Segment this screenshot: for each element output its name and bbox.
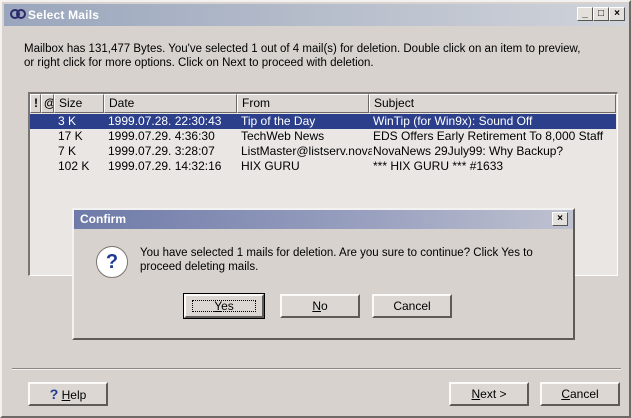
mail-from: HIX GURU [241, 159, 300, 173]
mail-row[interactable]: 17 K 1999.07.29. 4:36:30 TechWeb News ED… [30, 129, 616, 144]
mail-date: 1999.07.29. 4:36:30 [108, 129, 215, 143]
confirm-close-button[interactable]: × [552, 212, 568, 226]
cancel-mnemonic: C [561, 387, 570, 401]
footer-divider [12, 368, 621, 370]
confirm-message: You have selected 1 mails for deletion. … [140, 247, 533, 273]
confirm-cancel-button[interactable]: Cancel [372, 294, 452, 318]
intro-line-2: or right click for more options. Click o… [24, 57, 374, 69]
cancel-label: ancel [569, 387, 599, 401]
intro-text: Mailbox has 131,477 Bytes. You've select… [24, 42, 624, 70]
intro-line-1: Mailbox has 131,477 Bytes. You've select… [24, 43, 581, 55]
mail-size: 102 K [58, 159, 90, 173]
next-mnemonic: N [471, 387, 481, 401]
next-label: ext > [480, 387, 507, 401]
mail-row[interactable]: 7 K 1999.07.29. 3:28:07 ListMaster@lists… [30, 144, 616, 159]
confirm-title: Confirm [80, 212, 126, 226]
confirm-title-bar[interactable]: Confirm × [74, 210, 573, 229]
help-icon: ? [49, 386, 59, 402]
yes-button[interactable]: Yes [183, 293, 265, 319]
select-mails-window: Select Mails _ □ × Mailbox has 131,477 B… [0, 0, 631, 418]
mail-from: ListMaster@listserv.nova [241, 144, 372, 158]
column-header-from[interactable]: From [237, 94, 369, 113]
help-button[interactable]: ? Help [28, 382, 108, 406]
column-header-size[interactable]: Size [54, 94, 104, 113]
window-title: Select Mails [28, 8, 100, 22]
close-button[interactable]: × [609, 7, 625, 21]
no-button[interactable]: No [280, 294, 360, 318]
confirm-dialog: Confirm × ? You have selected 1 mails fo… [72, 208, 575, 340]
column-header-date[interactable]: Date [104, 94, 237, 113]
mail-from: Tip of the Day [241, 114, 316, 128]
mail-date: 1999.07.28. 22:30:43 [108, 114, 222, 128]
mail-row[interactable]: 102 K 1999.07.29. 14:32:16 HIX GURU *** … [30, 159, 616, 174]
column-header-attachment[interactable]: @ [41, 94, 54, 113]
mail-subject: EDS Offers Early Retirement To 8,000 Sta… [373, 129, 604, 143]
focus-rect [192, 300, 256, 312]
app-icon [10, 7, 26, 24]
mail-date: 1999.07.29. 3:28:07 [108, 144, 215, 158]
mail-subject: WinTip (for Win9x): Sound Off [373, 114, 533, 128]
column-header-subject[interactable]: Subject [369, 94, 616, 113]
no-label: o [320, 299, 328, 313]
mail-size: 3 K [58, 114, 77, 128]
mail-subject: NovaNews 29July99: Why Backup? [373, 144, 564, 158]
question-icon: ? [96, 246, 128, 278]
next-button[interactable]: Next > [449, 382, 529, 406]
mail-subject: *** HIX GURU *** #1633 [373, 159, 504, 173]
maximize-button[interactable]: □ [593, 7, 609, 21]
no-mnemonic: N [312, 299, 321, 313]
help-label: elp [70, 388, 87, 402]
cancel-button[interactable]: Cancel [540, 382, 620, 406]
mail-date: 1999.07.29. 14:32:16 [108, 159, 222, 173]
mail-row[interactable]: 3 K 1999.07.28. 22:30:43 Tip of the Day … [30, 114, 616, 129]
help-mnemonic: H [61, 388, 71, 402]
mail-size: 17 K [58, 129, 83, 143]
mail-size: 7 K [58, 144, 77, 158]
mail-from: TechWeb News [241, 129, 325, 143]
column-header-priority[interactable]: ! [30, 94, 41, 113]
minimize-button[interactable]: _ [577, 7, 593, 21]
title-bar[interactable]: Select Mails _ □ × [4, 4, 627, 26]
